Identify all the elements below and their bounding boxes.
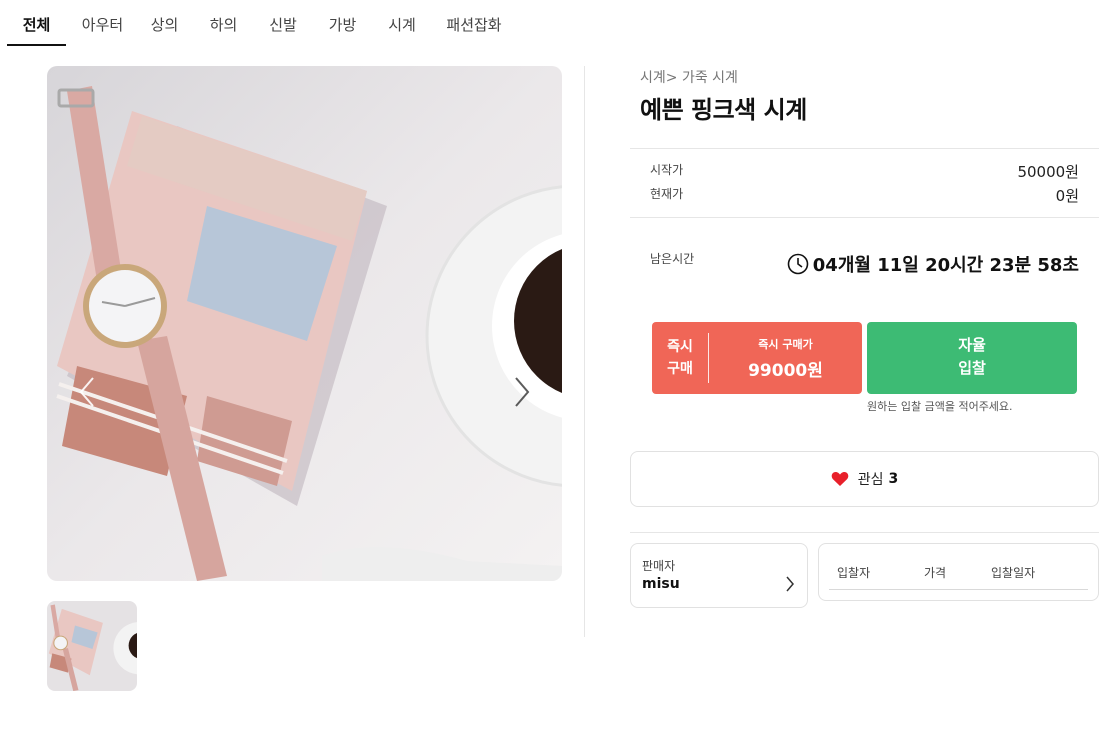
countdown-timer: 04개월 11일 20시간 23분 58초 <box>787 251 1079 277</box>
time-left-label: 남은시간 <box>650 252 695 266</box>
chevron-right-icon <box>786 576 794 592</box>
chevron-left-icon <box>79 377 94 407</box>
tab-tops[interactable]: 상의 <box>139 0 190 46</box>
start-price-value: 50000원 <box>1017 163 1079 181</box>
place-bid-button[interactable]: 자율 입찰 <box>867 322 1077 394</box>
tab-watches[interactable]: 시계 <box>376 0 428 46</box>
current-price-value: 0원 <box>1055 187 1079 205</box>
breadcrumb: 시계> 가죽 시계 <box>640 70 738 86</box>
tab-accessories[interactable]: 패션잡화 <box>428 0 520 46</box>
gallery-next-button[interactable] <box>506 372 536 412</box>
bid-history-header: 입찰자 가격 입찰일자 <box>829 564 1088 590</box>
category-tabs: 전체 아우터 상의 하의 신발 가방 시계 패션잡화 <box>7 0 520 46</box>
thumbnail-photo <box>47 601 137 691</box>
product-photo <box>47 66 562 581</box>
column-bidder: 입찰자 <box>837 566 871 580</box>
product-thumbnail[interactable] <box>47 601 137 691</box>
tab-bottoms[interactable]: 하의 <box>190 0 257 46</box>
chevron-right-icon <box>515 377 530 407</box>
place-bid-label-line1: 자율 <box>958 336 986 354</box>
current-price-label: 현재가 <box>650 187 684 201</box>
like-button[interactable]: 관심 3 <box>630 451 1099 507</box>
like-label: 관심 <box>857 472 884 488</box>
bid-hint-text: 원하는 입찰 금액을 적어주세요. <box>867 400 1013 413</box>
seller-label: 판매자 <box>642 559 676 573</box>
buy-now-button[interactable]: 즉시 구매 즉시 구매가 99000원 <box>652 322 862 394</box>
tab-bags[interactable]: 가방 <box>309 0 376 46</box>
buy-now-label-line1: 즉시 <box>667 339 693 355</box>
buy-now-caption: 즉시 구매가 <box>758 337 813 351</box>
heart-icon <box>831 472 849 486</box>
tab-outer[interactable]: 아우터 <box>66 0 139 46</box>
column-bid-date: 입찰일자 <box>991 566 1036 580</box>
countdown-value: 04개월 11일 20시간 23분 58초 <box>812 255 1079 276</box>
product-title: 예쁜 핑크색 시계 <box>640 96 807 124</box>
like-count: 3 <box>888 471 899 487</box>
seller-name: misu <box>642 576 680 592</box>
divider <box>630 532 1099 533</box>
gallery-prev-button[interactable] <box>73 372 103 412</box>
product-main-image <box>47 66 562 581</box>
column-divider <box>584 66 585 637</box>
seller-card[interactable]: 판매자 misu <box>630 543 808 608</box>
buy-now-price: 99000원 <box>748 360 823 381</box>
divider <box>630 217 1099 218</box>
tab-all[interactable]: 전체 <box>7 0 66 46</box>
divider <box>630 148 1099 149</box>
column-price: 가격 <box>924 566 947 580</box>
bid-history-table: 입찰자 가격 입찰일자 <box>818 543 1099 601</box>
buy-now-label: 즉시 구매 <box>652 336 708 380</box>
clock-icon <box>787 253 809 275</box>
start-price-label: 시작가 <box>650 163 684 177</box>
tab-shoes[interactable]: 신발 <box>257 0 309 46</box>
buy-now-label-line2: 구매 <box>667 361 693 377</box>
buy-now-price-block: 즉시 구매가 99000원 <box>709 336 862 381</box>
place-bid-label-line2: 입찰 <box>958 359 986 377</box>
